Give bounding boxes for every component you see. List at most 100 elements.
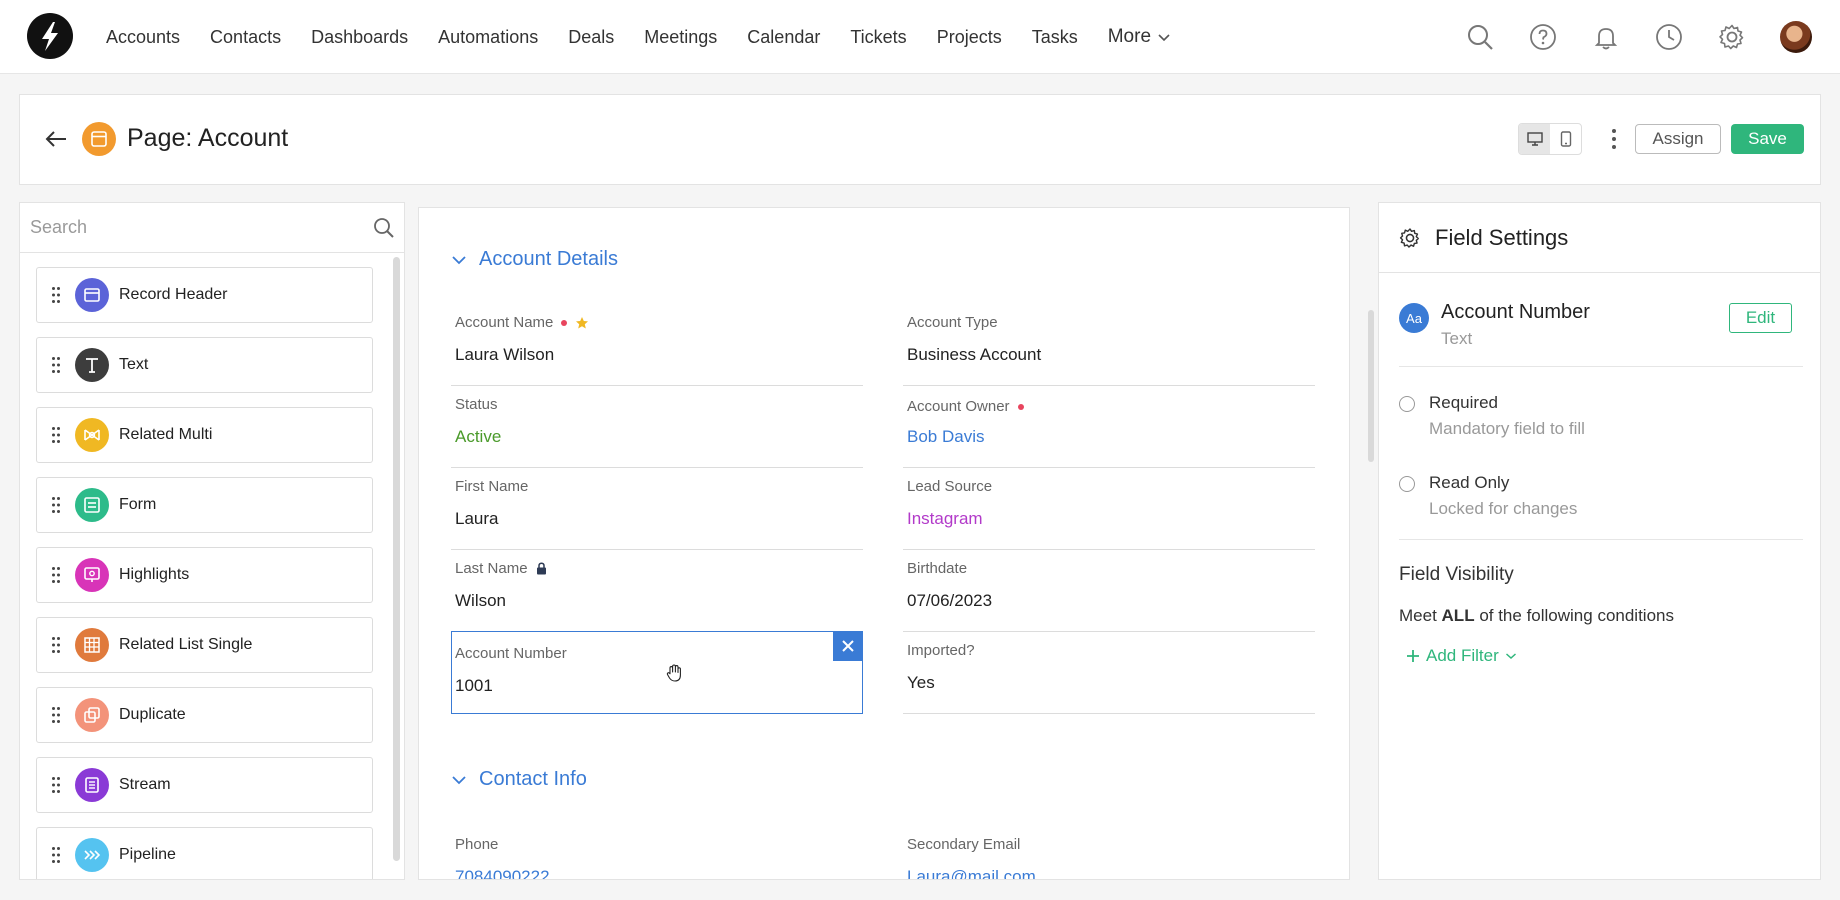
required-label: Required bbox=[1429, 393, 1498, 412]
bell-icon[interactable] bbox=[1591, 22, 1621, 52]
left-scrollbar[interactable] bbox=[393, 257, 400, 861]
drag-handle-icon[interactable] bbox=[37, 566, 75, 584]
phone-link[interactable]: 7084090222 bbox=[455, 867, 550, 879]
search-icon[interactable] bbox=[1465, 22, 1495, 52]
widget-pipeline[interactable]: Pipeline bbox=[36, 827, 373, 879]
divider bbox=[1399, 366, 1803, 367]
nav-more-label: More bbox=[1107, 26, 1152, 47]
status-value: Active bbox=[455, 427, 502, 446]
field-value: Laura Wilson bbox=[455, 345, 555, 364]
mobile-view-button[interactable] bbox=[1550, 124, 1581, 154]
drag-handle-icon[interactable] bbox=[37, 426, 75, 444]
canvas-scrollbar[interactable] bbox=[1368, 310, 1374, 462]
edit-field-button[interactable]: Edit bbox=[1729, 303, 1792, 333]
close-icon bbox=[842, 640, 854, 652]
visibility-prefix: Meet bbox=[1399, 606, 1437, 625]
nav-item-automations[interactable]: Automations bbox=[438, 27, 538, 48]
field-label-row: Last Name bbox=[455, 560, 547, 577]
nav-item-tasks[interactable]: Tasks bbox=[1032, 27, 1078, 48]
field-phone[interactable]: Phone 7084090222 bbox=[451, 826, 863, 879]
field-value: 1001 bbox=[455, 676, 493, 695]
widget-label: Duplicate bbox=[119, 706, 186, 723]
nav-item-meetings[interactable]: Meetings bbox=[644, 27, 717, 48]
nav-item-dashboards[interactable]: Dashboards bbox=[311, 27, 408, 48]
widget-form[interactable]: Form bbox=[36, 477, 373, 533]
view-toggle bbox=[1518, 123, 1582, 155]
widget-text[interactable]: Text bbox=[36, 337, 373, 393]
add-filter-button[interactable]: Add Filter bbox=[1406, 646, 1517, 666]
assign-button[interactable]: Assign bbox=[1635, 124, 1721, 154]
history-icon[interactable] bbox=[1654, 22, 1684, 52]
read-only-radio[interactable] bbox=[1399, 476, 1415, 492]
field-account-owner[interactable]: Account Owner Bob Davis bbox=[903, 386, 1315, 468]
drag-handle-icon[interactable] bbox=[37, 706, 75, 724]
nav-more-dropdown[interactable]: More bbox=[1108, 26, 1171, 48]
field-imported[interactable]: Imported? Yes bbox=[903, 632, 1315, 714]
field-first-name[interactable]: First Name Laura bbox=[451, 468, 863, 550]
app-logo[interactable] bbox=[27, 13, 73, 59]
widget-search bbox=[20, 203, 404, 253]
lead-source-value: Instagram bbox=[907, 509, 983, 528]
back-arrow-icon[interactable] bbox=[42, 125, 70, 153]
search-icon[interactable] bbox=[372, 216, 396, 240]
avatar[interactable] bbox=[1780, 21, 1812, 53]
required-radio[interactable] bbox=[1399, 396, 1415, 412]
field-last-name[interactable]: Last Name Wilson bbox=[451, 550, 863, 632]
more-options-icon[interactable] bbox=[1606, 125, 1622, 153]
field-label: Account Type bbox=[907, 314, 998, 331]
nav-item-contacts[interactable]: Contacts bbox=[210, 27, 281, 48]
mobile-icon bbox=[1560, 131, 1571, 147]
drag-handle-icon[interactable] bbox=[37, 496, 75, 514]
save-button[interactable]: Save bbox=[1731, 124, 1804, 154]
nav-item-projects[interactable]: Projects bbox=[937, 27, 1002, 48]
duplicate-icon bbox=[75, 698, 109, 732]
email-link[interactable]: Laura@mail.com bbox=[907, 867, 1036, 879]
drag-handle-icon[interactable] bbox=[37, 356, 75, 374]
field-value: Wilson bbox=[455, 591, 507, 610]
widget-stream[interactable]: Stream bbox=[36, 757, 373, 813]
field-label: Account Number bbox=[455, 645, 567, 662]
gear-icon[interactable] bbox=[1717, 22, 1747, 52]
field-label: First Name bbox=[455, 478, 529, 495]
widget-related-list-single[interactable]: Related List Single bbox=[36, 617, 373, 673]
drag-handle-icon[interactable] bbox=[37, 776, 75, 794]
field-lead-source[interactable]: Lead Source Instagram bbox=[903, 468, 1315, 550]
field-account-name[interactable]: Account Name Laura Wilson bbox=[451, 304, 863, 386]
drag-handle-icon[interactable] bbox=[37, 636, 75, 654]
widget-label: Highlights bbox=[119, 566, 190, 583]
search-input[interactable] bbox=[20, 203, 404, 252]
drag-handle-icon[interactable] bbox=[37, 286, 75, 304]
widget-record-header[interactable]: Record Header bbox=[36, 267, 373, 323]
nav-item-tickets[interactable]: Tickets bbox=[850, 27, 906, 48]
field-account-type[interactable]: Account Type Business Account bbox=[903, 304, 1315, 386]
visibility-mode: ALL bbox=[1441, 606, 1475, 625]
field-label: Imported? bbox=[907, 642, 975, 659]
widget-duplicate[interactable]: Duplicate bbox=[36, 687, 373, 743]
chevron-down-icon bbox=[452, 775, 466, 784]
panel-title: Field Settings bbox=[1435, 224, 1569, 250]
nav-item-deals[interactable]: Deals bbox=[568, 27, 614, 48]
nav-item-accounts[interactable]: Accounts bbox=[106, 27, 180, 48]
widget-highlights[interactable]: Highlights bbox=[36, 547, 373, 603]
plus-icon bbox=[1407, 650, 1419, 662]
owner-link[interactable]: Bob Davis bbox=[907, 427, 984, 447]
table-icon bbox=[75, 628, 109, 662]
section-account-details[interactable]: Account Details bbox=[451, 248, 618, 271]
required-description: Mandatory field to fill bbox=[1429, 419, 1585, 438]
page-title: Page: Account bbox=[127, 124, 289, 152]
widget-related-multi[interactable]: Related Multi bbox=[36, 407, 373, 463]
field-status[interactable]: Status Active bbox=[451, 386, 863, 468]
nav-item-calendar[interactable]: Calendar bbox=[747, 27, 820, 48]
section-contact-info[interactable]: Contact Info bbox=[451, 768, 587, 791]
desktop-view-button[interactable] bbox=[1519, 124, 1550, 154]
record-header-icon bbox=[75, 278, 109, 312]
drag-handle-icon[interactable] bbox=[37, 846, 75, 864]
field-secondary-email[interactable]: Secondary Email Laura@mail.com bbox=[903, 826, 1315, 879]
field-account-number[interactable]: Account Number 1001 bbox=[451, 631, 863, 714]
highlights-icon bbox=[75, 558, 109, 592]
field-birthdate[interactable]: Birthdate 07/06/2023 bbox=[903, 550, 1315, 632]
field-settings-header: Field Settings bbox=[1379, 203, 1820, 273]
remove-field-button[interactable] bbox=[833, 631, 863, 661]
help-icon[interactable] bbox=[1528, 22, 1558, 52]
widget-label: Stream bbox=[119, 776, 171, 793]
